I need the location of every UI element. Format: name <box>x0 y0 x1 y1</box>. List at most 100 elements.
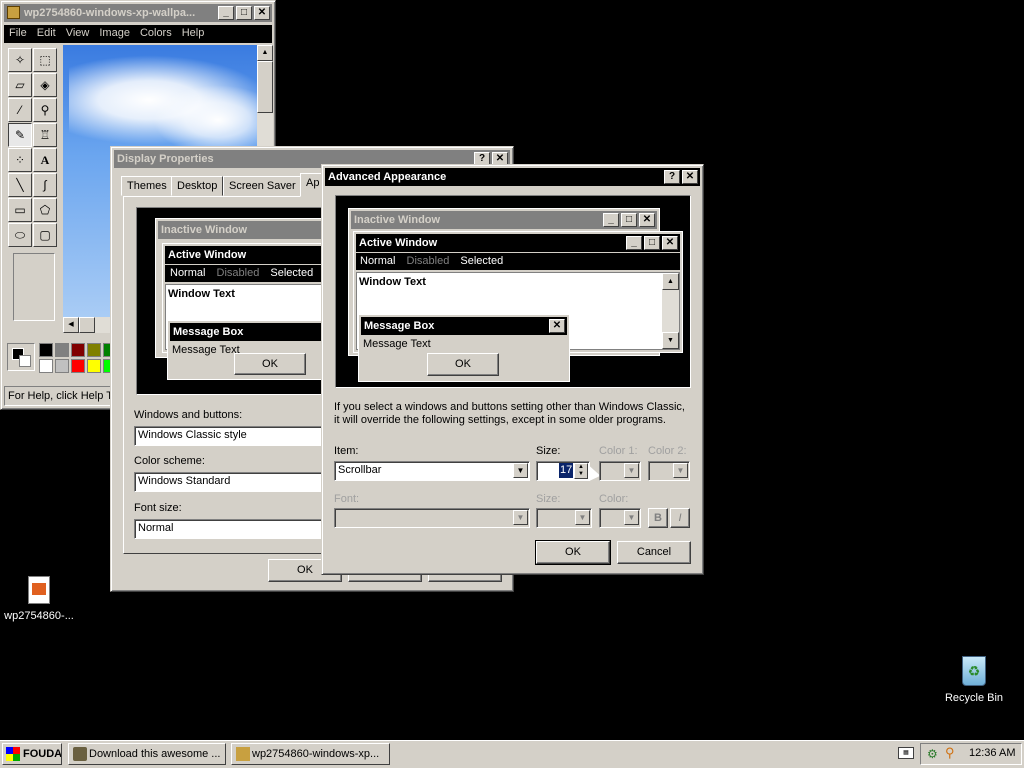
curve-icon[interactable]: ∫ <box>33 173 57 197</box>
scroll-left-arrow[interactable]: ◀ <box>63 317 79 333</box>
size-spinner[interactable]: 17 ▲ ▼ <box>536 461 590 481</box>
menu-image[interactable]: Image <box>99 27 130 39</box>
maximize-button[interactable]: □ <box>236 6 252 20</box>
color2-picker[interactable]: ▼ <box>648 461 690 481</box>
start-button[interactable]: FOUDA <box>2 743 62 765</box>
tab-appearance-label: Ap <box>306 177 320 189</box>
search-icon[interactable]: ⚲ <box>945 746 959 760</box>
swatch-olive[interactable] <box>87 343 101 357</box>
adv-preview-ok-label: OK <box>455 358 471 370</box>
task-download[interactable]: Download this awesome ... <box>68 743 226 765</box>
polygon-icon[interactable]: ⬠ <box>33 198 57 222</box>
recycle-bin[interactable]: ♻ Recycle Bin <box>942 656 1006 704</box>
menu-file[interactable]: File <box>9 27 27 39</box>
paint-toolbox: ✧ ⬚ ▱ ◈ ⁄ ⚲ ✎ ♖ ⁘ A ╲ ∫ ▭ ⬠ ⬭ ▢ <box>5 45 61 335</box>
close-button[interactable]: ✕ <box>682 170 698 184</box>
help-button[interactable]: ? <box>664 170 680 184</box>
keyboard-icon[interactable]: ▦ <box>898 747 914 759</box>
font-select[interactable]: ▼ <box>334 508 530 528</box>
menu-help[interactable]: Help <box>182 27 205 39</box>
font-size-select[interactable]: Normal <box>134 519 326 539</box>
chevron-down-icon: ▼ <box>513 510 528 525</box>
chevron-down-icon[interactable]: ▼ <box>513 463 528 478</box>
swatch-maroon[interactable] <box>71 343 85 357</box>
task-paint[interactable]: wp2754860-windows-xp... <box>231 743 390 765</box>
bold-button[interactable]: B <box>648 508 668 528</box>
color1-picker[interactable]: ▼ <box>599 461 641 481</box>
paint-titlebar[interactable]: wp2754860-windows-xp-wallpa... _ □ ✕ <box>4 4 272 22</box>
eraser-icon[interactable]: ▱ <box>8 73 32 97</box>
preview-active-title: Active Window <box>168 249 247 261</box>
tab-screen-saver[interactable]: Screen Saver <box>223 176 302 196</box>
tab-desktop[interactable]: Desktop <box>171 176 224 196</box>
preview-active-titlebar: Active Window <box>165 246 323 264</box>
bold-label: B <box>654 512 662 524</box>
color-scheme-select[interactable]: Windows Standard <box>134 472 326 492</box>
font-size-label-adv: Size: <box>536 493 561 505</box>
paint-app-icon <box>7 6 20 19</box>
swatch-yellow[interactable] <box>87 359 101 373</box>
preview-ok-label: OK <box>262 358 278 370</box>
menu-view[interactable]: View <box>66 27 90 39</box>
rounded-rect-icon[interactable]: ▢ <box>33 223 57 247</box>
close-button[interactable]: ✕ <box>254 6 270 20</box>
item-select[interactable]: Scrollbar ▼ <box>334 461 530 481</box>
preview-minimize-icon: _ <box>626 236 642 250</box>
adv-menu-normal: Normal <box>360 255 396 267</box>
scroll-thumb[interactable] <box>257 61 273 113</box>
desktop-file-icon[interactable]: wp2754860-... <box>0 576 78 622</box>
hscroll-thumb[interactable] <box>79 317 95 333</box>
preview-msgbox-title: Message Box <box>173 326 244 338</box>
windows-buttons-select[interactable]: Windows Classic style <box>134 426 326 446</box>
rect-select-icon[interactable]: ⬚ <box>33 48 57 72</box>
color1-label: Color 1: <box>599 445 638 457</box>
tool-options-box[interactable] <box>13 253 55 321</box>
recycle-bin-label: Recycle Bin <box>944 692 1004 704</box>
airbrush-icon[interactable]: ⁘ <box>8 148 32 172</box>
adv-preview-ok-button: OK <box>427 353 499 376</box>
swatch-black[interactable] <box>39 343 53 357</box>
preview-maximize-icon: □ <box>621 213 637 227</box>
text-icon[interactable]: A <box>33 148 57 172</box>
advanced-cancel-button[interactable]: Cancel <box>617 541 691 564</box>
clock[interactable]: 12:36 AM <box>969 747 1015 759</box>
advanced-appearance-dialog[interactable]: Advanced Appearance ? ✕ Inactive Window … <box>321 164 704 575</box>
scroll-up-arrow[interactable]: ▲ <box>257 45 273 61</box>
current-colors[interactable] <box>7 343 35 371</box>
color-scheme-label: Color scheme: <box>134 455 205 467</box>
advanced-ok-label: OK <box>565 546 581 558</box>
image-file-icon <box>28 576 50 604</box>
font-color-picker[interactable]: ▼ <box>599 508 641 528</box>
start-label: FOUDA <box>23 748 62 760</box>
preview-menu-disabled: Disabled <box>216 267 260 279</box>
preview-menu-normal: Normal <box>170 267 206 279</box>
magnifier-icon[interactable]: ⚲ <box>33 98 57 122</box>
pencil-icon[interactable]: ✎ <box>8 123 32 147</box>
line-icon[interactable]: ╲ <box>8 173 32 197</box>
advanced-ok-button[interactable]: OK <box>535 540 611 565</box>
size-label: Size: <box>536 445 561 457</box>
rectangle-icon[interactable]: ▭ <box>8 198 32 222</box>
fill-icon[interactable]: ◈ <box>33 73 57 97</box>
color-picker-icon[interactable]: ⁄ <box>8 98 32 122</box>
italic-button[interactable]: I <box>670 508 690 528</box>
menu-colors[interactable]: Colors <box>140 27 172 39</box>
adv-active-title: Active Window <box>359 237 438 249</box>
scroll-up-arrow: ▲ <box>662 273 679 290</box>
font-size-select-adv[interactable]: ▼ <box>536 508 592 528</box>
network-icon[interactable]: ⚙ <box>927 747 941 761</box>
swatch-red[interactable] <box>71 359 85 373</box>
windows-buttons-value: Windows Classic style <box>138 429 247 441</box>
free-select-icon[interactable]: ✧ <box>8 48 32 72</box>
ellipse-icon[interactable]: ⬭ <box>8 223 32 247</box>
brush-icon[interactable]: ♖ <box>33 123 57 147</box>
swatch-white[interactable] <box>39 359 53 373</box>
paint-menubar: File Edit View Image Colors Help <box>4 25 272 43</box>
font-size-label: Font size: <box>134 502 182 514</box>
tab-themes[interactable]: Themes <box>121 176 173 196</box>
swatch-silver[interactable] <box>55 359 69 373</box>
menu-edit[interactable]: Edit <box>37 27 56 39</box>
swatch-gray[interactable] <box>55 343 69 357</box>
advanced-titlebar[interactable]: Advanced Appearance ? ✕ <box>325 168 700 186</box>
minimize-button[interactable]: _ <box>218 6 234 20</box>
